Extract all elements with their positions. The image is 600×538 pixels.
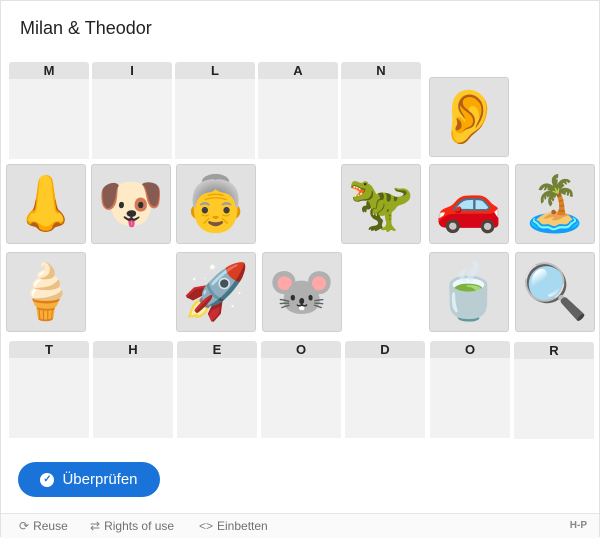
drop-zone-i[interactable]: I	[92, 62, 172, 159]
slot-letter: H	[93, 341, 173, 358]
slot-letter: A	[258, 62, 338, 79]
nose-tile[interactable]: 👃	[6, 164, 86, 244]
rights-of-use-link[interactable]: ⇄ Rights of use	[90, 519, 174, 533]
dog-tile[interactable]: 🐶	[91, 164, 171, 244]
rocket-tile[interactable]: 🚀	[176, 252, 256, 332]
slot-letter: D	[345, 341, 425, 358]
reuse-link[interactable]: ⟳ Reuse	[19, 519, 68, 533]
drop-zone-o[interactable]: O	[261, 341, 341, 438]
slot-letter: O	[261, 341, 341, 358]
drop-zone-d[interactable]: D	[345, 341, 425, 438]
slot-letter: L	[175, 62, 255, 79]
embed-label: Einbetten	[217, 519, 268, 533]
slot-area[interactable]	[430, 358, 510, 438]
slot-area[interactable]	[9, 79, 89, 159]
embed-link[interactable]: <> Einbetten	[199, 519, 268, 533]
page-title: Milan & Theodor	[20, 18, 152, 38]
drop-zone-m[interactable]: M	[9, 62, 89, 159]
slot-area[interactable]	[514, 359, 594, 439]
reuse-label: Reuse	[33, 519, 68, 533]
drop-zone-o2[interactable]: O	[430, 341, 510, 438]
drop-zone-a[interactable]: A	[258, 62, 338, 159]
slot-letter: I	[92, 62, 172, 79]
slot-letter: R	[514, 342, 594, 359]
ear-tile[interactable]: 👂	[429, 77, 509, 157]
island-tile[interactable]: 🏝️	[515, 164, 595, 244]
grandma-tile[interactable]: 👵	[176, 164, 256, 244]
slot-letter: M	[9, 62, 89, 79]
slot-area[interactable]	[341, 79, 421, 159]
drop-zone-l[interactable]: L	[175, 62, 255, 159]
check-button-label: Überprüfen	[62, 471, 138, 488]
drop-zone-t[interactable]: T	[9, 341, 89, 438]
slot-area[interactable]	[93, 358, 173, 438]
slot-letter: E	[177, 341, 257, 358]
slot-area[interactable]	[177, 358, 257, 438]
slot-area[interactable]	[92, 79, 172, 159]
drop-zone-n[interactable]: N	[341, 62, 421, 159]
slot-letter: N	[341, 62, 421, 79]
handshake-icon: ⇄	[90, 519, 101, 533]
check-button[interactable]: ✓ Überprüfen	[18, 462, 160, 497]
magnifier-tile[interactable]: 🔍	[515, 252, 595, 332]
drop-zone-h[interactable]: H	[93, 341, 173, 438]
rights-of-use-label: Rights of use	[104, 519, 175, 533]
slot-letter: O	[430, 341, 510, 358]
drop-zone-e[interactable]: E	[177, 341, 257, 438]
drop-zone-r[interactable]: R	[514, 342, 594, 439]
code-icon: <>	[199, 519, 214, 533]
ice-cream-tile[interactable]: 🍦	[6, 252, 86, 332]
tea-tile[interactable]: 🍵	[429, 252, 509, 332]
mouse-tile[interactable]: 🐭	[262, 252, 342, 332]
h5p-logo[interactable]: H-P	[570, 520, 587, 531]
check-circle-icon: ✓	[40, 472, 55, 487]
slot-area[interactable]	[9, 358, 89, 438]
reuse-icon: ⟳	[19, 519, 30, 533]
dinosaur-tile[interactable]: 🦖	[341, 164, 421, 244]
slot-letter: T	[9, 341, 89, 358]
car-tile[interactable]: 🚗	[429, 164, 509, 244]
slot-area[interactable]	[261, 358, 341, 438]
content-frame: Milan & Theodor M I L A N 👂 👃 🐶 👵 🦖 🚗 🏝️…	[0, 0, 600, 538]
slot-area[interactable]	[258, 79, 338, 159]
slot-area[interactable]	[175, 79, 255, 159]
footer-bar: ⟳ Reuse ⇄ Rights of use <> Einbetten H-P	[1, 513, 599, 538]
slot-area[interactable]	[345, 358, 425, 438]
